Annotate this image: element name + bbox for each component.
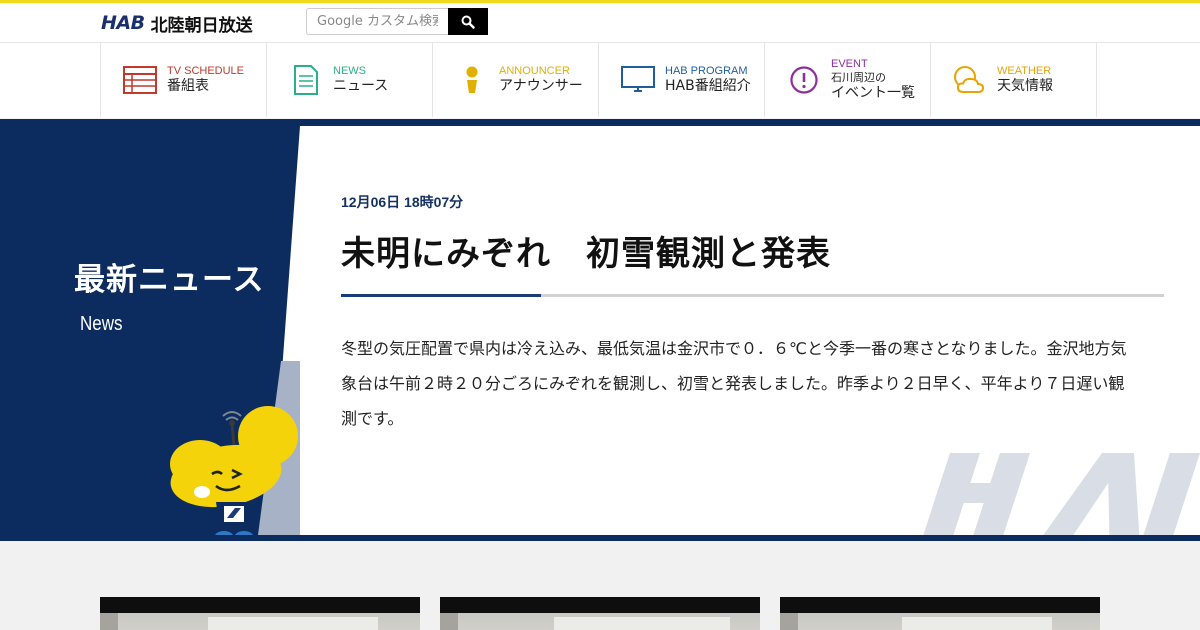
nav-label-ja: 天気情報 xyxy=(997,78,1053,94)
news-card[interactable] xyxy=(780,597,1100,630)
announcer-icon xyxy=(466,66,478,93)
article-headline: 未明にみぞれ 初雪観測と発表 xyxy=(341,234,831,274)
news-icon xyxy=(294,65,318,95)
search-button[interactable] xyxy=(448,8,488,35)
nav-label-ja: HAB番組紹介 xyxy=(665,78,751,94)
hero-top-border xyxy=(0,119,1200,126)
related-news-section xyxy=(0,541,1200,630)
search-icon xyxy=(461,15,475,29)
nav-item-weather[interactable]: WEATHER 天気情報 xyxy=(931,43,1097,117)
nav-item-hab-program[interactable]: HAB PROGRAM HAB番組紹介 xyxy=(599,43,765,117)
tv-schedule-icon xyxy=(123,66,157,94)
section-subtitle: News xyxy=(80,313,123,335)
nav-label-ja: ニュース xyxy=(333,78,389,94)
news-hero: 最新ニュース News 12月06日 18時07分 未明にみぞれ 初雪観測と発表… xyxy=(0,126,1200,535)
hab-watermark xyxy=(923,453,1200,535)
nav-label-en: HAB PROGRAM xyxy=(665,65,748,77)
article-body: 冬型の気圧配置で県内は冷え込み、最低気温は金沢市で０．６℃と今季一番の寒さとなり… xyxy=(341,339,1127,428)
nav-label-ja-line2: イベント一覧 xyxy=(831,85,915,101)
search-input[interactable] xyxy=(306,8,448,35)
mascot-character xyxy=(170,406,298,535)
monitor-icon xyxy=(621,66,655,92)
weather-icon xyxy=(954,66,985,93)
news-card-thumbnail xyxy=(100,613,420,630)
article-date: 12月06日 18時07分 xyxy=(341,194,464,210)
nav-item-event[interactable]: EVENT 石川周辺の イベント一覧 xyxy=(765,43,931,117)
headline-divider-accent xyxy=(341,294,541,297)
header: HAB 北陸朝日放送 xyxy=(0,3,1200,42)
nav-label-en: TV SCHEDULE xyxy=(167,65,245,77)
logo-mark: HAB xyxy=(101,12,145,34)
nav-label-en: WEATHER xyxy=(997,65,1052,77)
news-card[interactable] xyxy=(100,597,420,630)
news-card-thumbnail xyxy=(780,613,1100,630)
site-logo[interactable]: HAB 北陸朝日放送 xyxy=(101,12,253,36)
nav-item-announcer[interactable]: ANNOUNCER アナウンサー xyxy=(433,43,599,117)
nav-label-en: NEWS xyxy=(333,65,366,77)
nav-item-tv-schedule[interactable]: TV SCHEDULE 番組表 xyxy=(101,43,267,117)
alert-icon xyxy=(790,66,818,94)
nav-label-en: ANNOUNCER xyxy=(499,65,570,77)
nav-label-en: EVENT xyxy=(831,58,868,70)
nav-label-ja: アナウンサー xyxy=(499,78,583,94)
main-navigation: TV SCHEDULE 番組表 NEWS ニュース ANNOUNCER アナウン… xyxy=(0,42,1200,118)
news-card-thumbnail xyxy=(440,613,760,630)
news-card[interactable] xyxy=(440,597,760,630)
nav-label-ja-line1: 石川周辺の xyxy=(831,71,886,84)
nav-item-news[interactable]: NEWS ニュース xyxy=(267,43,433,117)
logo-name: 北陸朝日放送 xyxy=(150,15,253,36)
nav-label-ja: 番組表 xyxy=(167,78,209,94)
section-title: 最新ニュース xyxy=(74,262,265,298)
site-search xyxy=(306,8,488,35)
